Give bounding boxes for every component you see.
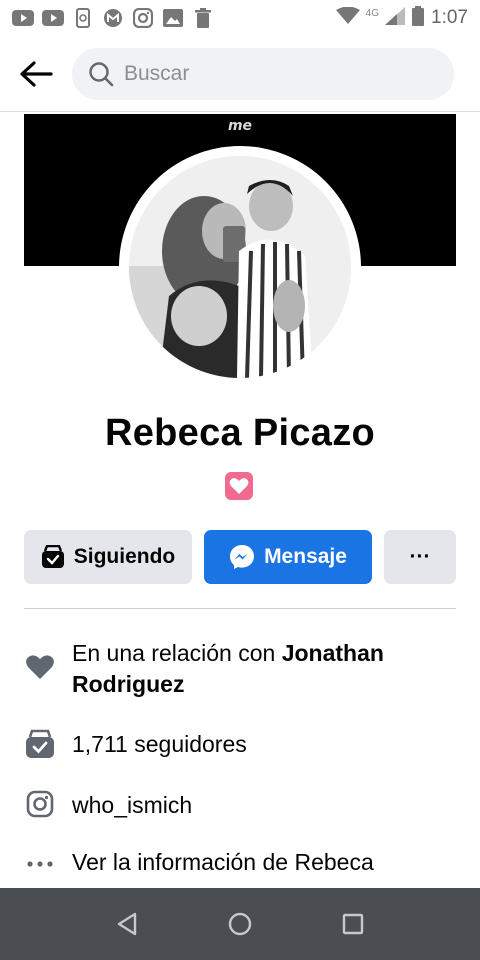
following-check-icon: [41, 545, 64, 568]
search-icon: [89, 61, 114, 86]
back-arrow-icon: [20, 60, 53, 87]
more-label: ···: [409, 545, 431, 568]
nav-home-button[interactable]: [220, 904, 260, 944]
status-bar: 4G 1:07: [0, 0, 480, 36]
instagram-icon: [24, 790, 56, 818]
heart-icon: [24, 638, 56, 680]
info-followers: 1,711 seguidores: [24, 729, 456, 760]
divider: [24, 608, 456, 609]
info-instagram[interactable]: who_ismich: [24, 790, 456, 821]
see-info-link[interactable]: Ver la información de Rebeca: [72, 847, 374, 878]
following-label: Siguiendo: [73, 545, 176, 568]
messenger-icon: [230, 545, 255, 569]
search-bar[interactable]: [72, 47, 454, 100]
youtube-icon: [42, 9, 64, 27]
search-input[interactable]: [124, 61, 424, 86]
system-navigation-bar: [0, 888, 480, 960]
notification-icons: [12, 8, 214, 28]
heart-badge-icon: [225, 472, 253, 500]
back-button[interactable]: [18, 56, 54, 92]
signal-icon: [385, 6, 406, 30]
trash-icon: [192, 8, 214, 28]
info-see-more[interactable]: Ver la información de Rebeca: [24, 847, 456, 878]
followers-icon: [24, 729, 56, 759]
clock: 1:07: [431, 7, 468, 28]
profile-picture[interactable]: [129, 156, 351, 378]
relationship-prefix: En una relación con: [72, 640, 282, 666]
battery-icon: [411, 5, 425, 31]
phone-data-icon: [72, 8, 94, 28]
youtube-icon: [12, 9, 34, 27]
message-button[interactable]: Mensaje: [204, 530, 372, 584]
instagram-username[interactable]: who_ismich: [72, 790, 192, 821]
recents-square-icon: [343, 913, 364, 935]
cover-caption: me: [227, 118, 253, 134]
following-button[interactable]: Siguiendo: [24, 530, 192, 584]
nav-recents-button[interactable]: [333, 904, 373, 944]
back-triangle-icon: [117, 912, 136, 936]
nav-back-button[interactable]: [107, 904, 147, 944]
ellipsis-icon: [24, 847, 56, 867]
more-options-button[interactable]: ···: [384, 530, 456, 584]
instagram-icon: [132, 8, 154, 28]
message-label: Mensaje: [264, 545, 347, 568]
profile-photo-image: [129, 156, 351, 378]
followers-count: 1,711 seguidores: [72, 731, 247, 757]
home-circle-icon: [228, 912, 252, 936]
image-icon: [162, 9, 184, 27]
info-relationship: En una relación con Jonathan Rodriguez: [24, 638, 456, 700]
system-indicators: 4G 1:07: [335, 5, 468, 31]
wifi-icon: [335, 6, 360, 30]
network-type: 4G: [365, 7, 380, 19]
profile-name: Rebeca Picazo: [104, 412, 376, 454]
relationship-text: En una relación con Jonathan Rodriguez: [72, 638, 456, 700]
profile-actions: Siguiendo Mensaje ···: [24, 530, 456, 584]
search-header: [0, 36, 480, 112]
gmail-icon: [102, 9, 124, 27]
